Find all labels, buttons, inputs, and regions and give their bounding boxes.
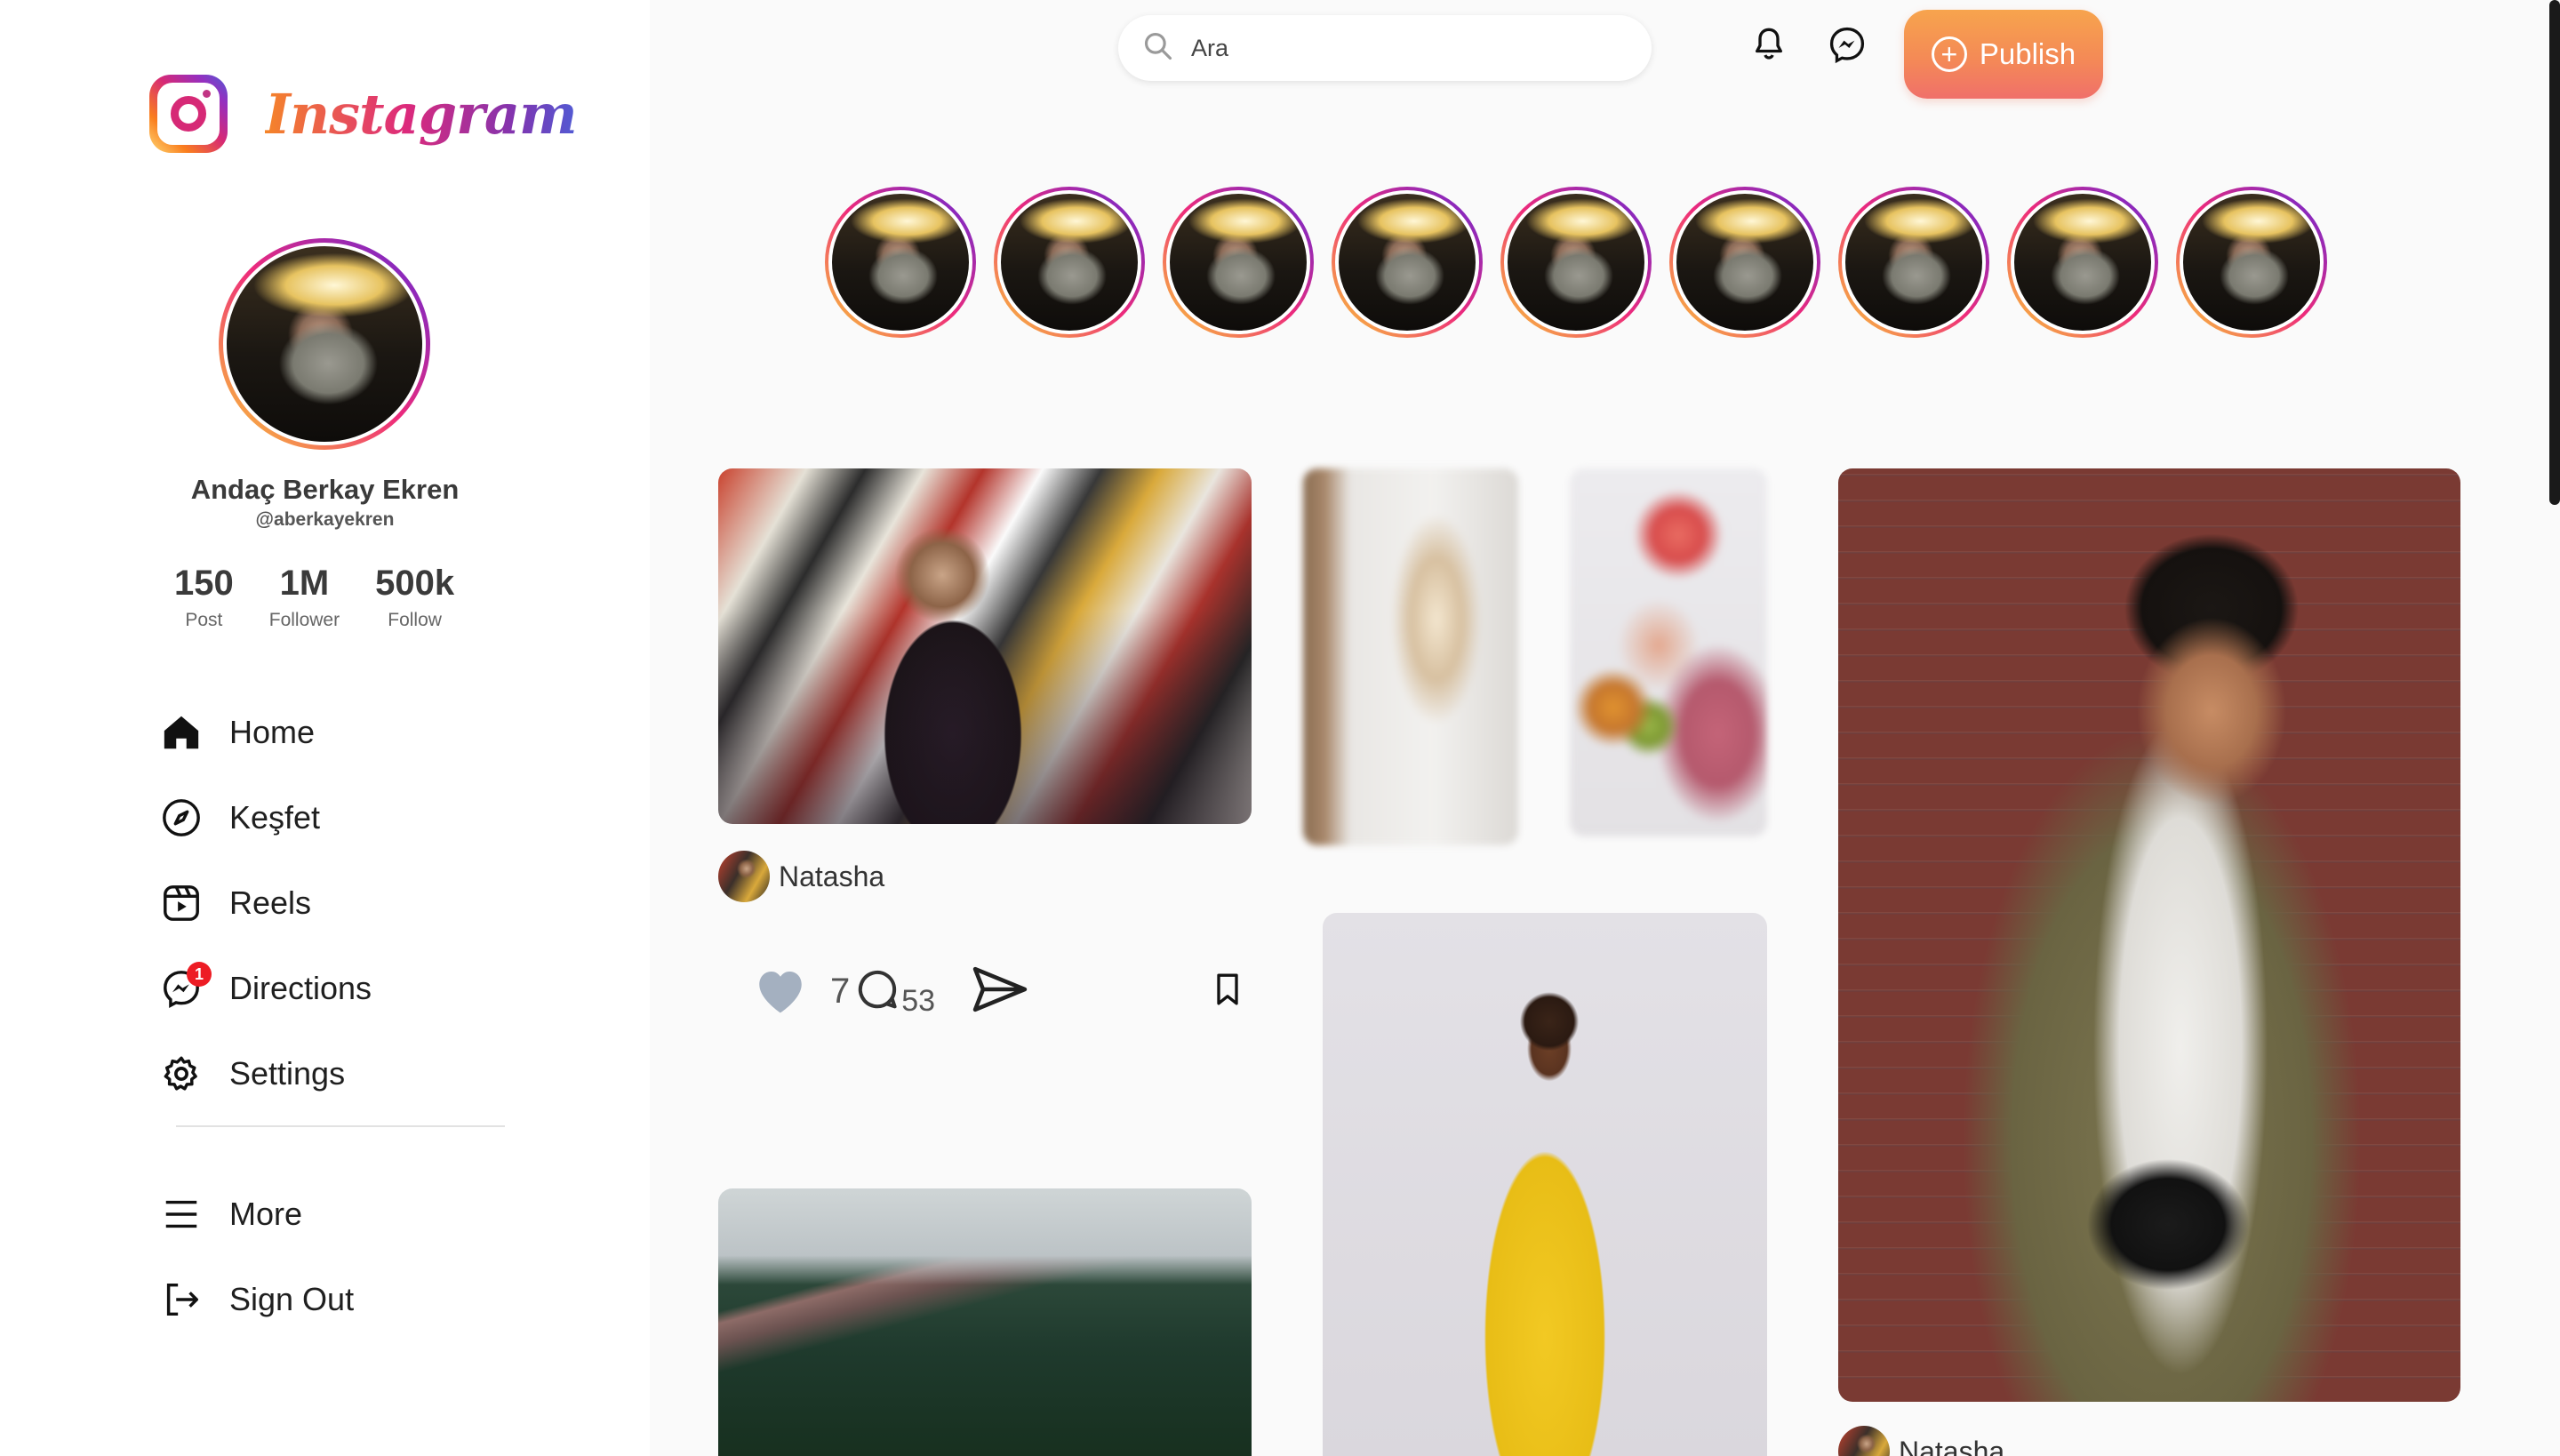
instagram-glyph-icon [149,75,228,153]
story-avatar[interactable] [2007,187,2158,338]
nav-item-home[interactable]: Home [160,690,372,775]
publish-button[interactable]: + Publish [1904,10,2103,99]
nav-label: Directions [229,970,372,1006]
nav-item-sign-out[interactable]: Sign Out [160,1257,354,1342]
profile-stats: 150 Post 1M Follower 500k Follow [174,565,490,631]
gear-icon [160,1052,203,1095]
like-count: 7 [830,972,851,1011]
scrollbar-thumb[interactable] [2549,0,2560,505]
post-actions: 7 53 [752,964,1243,1020]
messenger-icon: 1 [160,962,212,1010]
stat-value: 150 [174,564,234,603]
reels-icon [160,882,203,924]
stat-following[interactable]: 500k Follow [375,565,454,631]
search-bar[interactable] [1118,15,1652,81]
nav-label: Settings [229,1055,346,1092]
nav-label: Keşfet [229,799,321,836]
comment-count: 53 [901,984,936,1018]
comment-icon[interactable] [853,965,901,1018]
stat-label: Follow [388,610,442,630]
stat-label: Follower [268,610,340,630]
main-nav: Home Keşfet Reels 1 Directions Settings [160,690,372,1116]
messenger-icon[interactable] [1826,23,1868,66]
profile-name: Andaç Berkay Ekren [190,474,460,505]
nav-item-settings[interactable]: Settings [160,1031,372,1116]
stat-posts[interactable]: 150 Post [174,565,234,631]
post-author[interactable]: Natasha [1838,1426,2004,1456]
author-name: Natasha [779,860,885,892]
story-avatar[interactable] [1163,187,1314,338]
publish-label: Publish [1979,37,2076,70]
post-image-blurred[interactable] [1570,468,1767,836]
menu-icon [160,1193,203,1236]
nav-label: Sign Out [229,1281,355,1317]
stat-value: 1M [279,564,330,603]
bookmark-icon[interactable] [1212,972,1243,1012]
nav-divider [176,1125,505,1127]
story-avatar[interactable] [825,187,976,338]
post-image-graffiti[interactable] [718,468,1252,824]
plus-circle-icon: + [1931,36,1967,72]
story-avatar[interactable] [1669,187,1820,338]
sidebar: Instagram Andaç Berkay Ekren @aberkayekr… [0,0,650,1456]
story-avatar[interactable] [1838,187,1989,338]
post-author[interactable]: Natasha [718,851,884,902]
nav-label: More [229,1196,303,1232]
home-icon [160,711,203,754]
nav-label: Reels [229,884,312,921]
profile-handle: @aberkayekren [255,509,395,530]
story-avatar[interactable] [2176,187,2327,338]
profile-avatar[interactable] [219,238,430,450]
bell-icon[interactable] [1748,23,1790,66]
heart-icon[interactable] [752,964,809,1020]
story-avatar[interactable] [994,187,1145,338]
secondary-nav: More Sign Out [160,1172,354,1342]
author-avatar [718,851,770,902]
search-icon [1141,29,1175,68]
stories-row [825,187,2345,338]
compass-icon [160,796,203,839]
stat-value: 500k [375,564,455,603]
notification-badge: 1 [187,962,212,987]
post-image-forest[interactable] [718,1188,1252,1456]
post-image-portrait[interactable] [1323,913,1767,1456]
nav-item-directions[interactable]: 1 Directions [160,946,372,1031]
instagram-logo[interactable]: Instagram [149,75,578,153]
author-avatar [1838,1426,1890,1456]
author-name: Natasha [1899,1435,2005,1456]
nav-item-reels[interactable]: Reels [160,860,372,946]
stat-label: Post [185,610,223,630]
post-image-camera[interactable] [1838,468,2460,1402]
stat-followers[interactable]: 1M Follower [269,565,340,631]
share-icon[interactable] [971,964,1029,1019]
story-avatar[interactable] [1332,187,1483,338]
nav-item-more[interactable]: More [160,1172,354,1257]
story-avatar[interactable] [1500,187,1652,338]
nav-item-explore[interactable]: Keşfet [160,775,372,860]
nav-label: Home [229,714,316,750]
post-image-blurred[interactable] [1303,468,1518,845]
search-input[interactable] [1191,34,1618,62]
sign-out-icon [160,1278,203,1321]
instagram-wordmark: Instagram [265,81,578,147]
